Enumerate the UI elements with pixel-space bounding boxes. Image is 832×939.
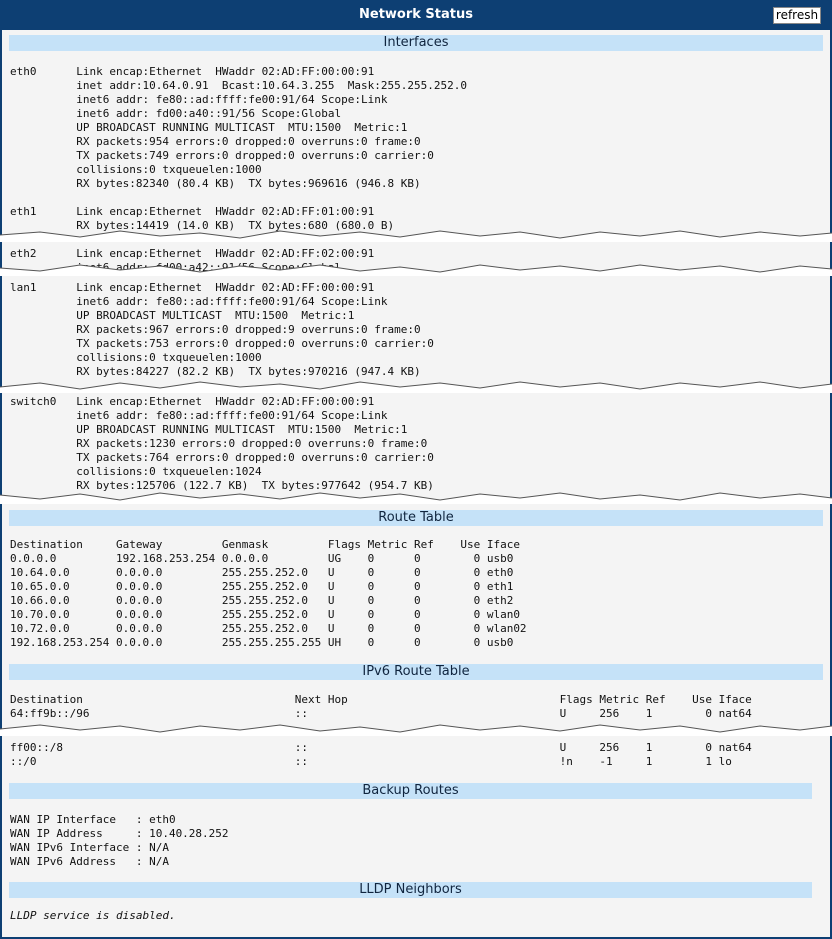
- table-row: 10.70.0.0 0.0.0.0 255.255.252.0 U 0 0 0 …: [10, 608, 520, 621]
- text-line: RX packets:967 errors:0 dropped:9 overru…: [10, 323, 421, 336]
- ipv6-route-table-top: Destination Next Hop Flags Metric Ref Us…: [10, 693, 752, 721]
- text-line: RX packets:954 errors:0 dropped:0 overru…: [10, 135, 421, 148]
- text-line: lan1 Link encap:Ethernet HWaddr 02:AD:FF…: [10, 281, 375, 294]
- lldp-status-message: LLDP service is disabled.: [10, 909, 176, 922]
- interface-eth2-block: eth2 Link encap:Ethernet HWaddr 02:AD:FF…: [10, 247, 374, 275]
- table-row: 10.64.0.0 0.0.0.0 255.255.252.0 U 0 0 0 …: [10, 566, 514, 579]
- interface-switch0-block: switch0 Link encap:Ethernet HWaddr 02:AD…: [10, 395, 434, 493]
- table-row: 10.66.0.0 0.0.0.0 255.255.252.0 U 0 0 0 …: [10, 594, 514, 607]
- text-line: RX packets:1230 errors:0 dropped:0 overr…: [10, 437, 428, 450]
- text-line: switch0 Link encap:Ethernet HWaddr 02:AD…: [10, 395, 375, 408]
- table-row: ff00::/8 :: U 256 1 0 nat64: [10, 741, 752, 754]
- table-row: 10.65.0.0 0.0.0.0 255.255.252.0 U 0 0 0 …: [10, 580, 514, 593]
- title-bar: Network Status refresh: [2, 2, 830, 30]
- text-line: TX packets:764 errors:0 dropped:0 overru…: [10, 451, 434, 464]
- refresh-button[interactable]: refresh: [773, 7, 821, 24]
- section-header-backup-routes: Backup Routes: [9, 783, 812, 799]
- text-line: collisions:0 txqueuelen:1000: [10, 351, 262, 364]
- section-header-route-table: Route Table: [9, 510, 823, 526]
- text-line: TX packets:749 errors:0 dropped:0 overru…: [10, 149, 434, 162]
- text-line: inet6 addr: fe80::ad:ffff:fe00:91/64 Sco…: [10, 295, 388, 308]
- table-row: 10.72.0.0 0.0.0.0 255.255.252.0 U 0 0 0 …: [10, 622, 527, 635]
- interface-eth0-block: eth0 Link encap:Ethernet HWaddr 02:AD:FF…: [10, 65, 467, 191]
- text-line: UP BROADCAST MULTICAST MTU:1500 Metric:1: [10, 309, 355, 322]
- backup-routes-block: WAN IP Interface : eth0 WAN IP Address : …: [10, 813, 229, 869]
- text-line: UP BROADCAST RUNNING MULTICAST MTU:1500 …: [10, 121, 408, 134]
- table-row: 64:ff9b::/96 :: U 256 1 0 nat64: [10, 707, 752, 720]
- table-row: ::/0 :: !n -1 1 1 lo: [10, 755, 732, 768]
- table-row: 0.0.0.0 192.168.253.254 0.0.0.0 UG 0 0 0…: [10, 552, 514, 565]
- text-line: WAN IPv6 Interface : N/A: [10, 841, 169, 854]
- text-line: WAN IP Interface : eth0: [10, 813, 176, 826]
- window-title: Network Status: [359, 7, 473, 22]
- text-line: UP BROADCAST RUNNING MULTICAST MTU:1500 …: [10, 423, 408, 436]
- text-line: collisions:0 txqueuelen:1000: [10, 163, 262, 176]
- table-row: 192.168.253.254 0.0.0.0 255.255.255.255 …: [10, 636, 514, 649]
- text-line: RX bytes:82340 (80.4 KB) TX bytes:969616…: [10, 177, 421, 190]
- text-line: eth2 Link encap:Ethernet HWaddr 02:AD:FF…: [10, 247, 375, 260]
- section-header-interfaces: Interfaces: [9, 35, 823, 51]
- route-table: Destination Gateway Genmask Flags Metric…: [10, 538, 527, 650]
- interface-eth1-block: eth1 Link encap:Ethernet HWaddr 02:AD:FF…: [10, 205, 394, 233]
- text-line: RX bytes:84227 (82.2 KB) TX bytes:970216…: [10, 365, 421, 378]
- interface-lan1-block: lan1 Link encap:Ethernet HWaddr 02:AD:FF…: [10, 281, 434, 379]
- text-line: WAN IPv6 Address : N/A: [10, 855, 169, 868]
- text-line: WAN IP Address : 10.40.28.252: [10, 827, 229, 840]
- text-line: collisions:0 txqueuelen:1024: [10, 465, 262, 478]
- table-header: Destination Gateway Genmask Flags Metric…: [10, 538, 520, 551]
- section-header-lldp-neighbors: LLDP Neighbors: [9, 882, 812, 898]
- text-line: inet6 addr: fe80::ad:ffff:fe00:91/64 Sco…: [10, 409, 388, 422]
- text-line: TX packets:753 errors:0 dropped:0 overru…: [10, 337, 434, 350]
- ipv6-route-table-bottom: ff00::/8 :: U 256 1 0 nat64::/0 :: !n -…: [10, 741, 752, 769]
- text-line: inet6 addr: fd00:a40::91/56 Scope:Global: [10, 107, 342, 120]
- text-line: RX bytes:14419 (14.0 KB) TX bytes:680 (6…: [10, 219, 395, 232]
- text-line: inet6 addr: fe80::ad:ffff:fe00:91/64 Sco…: [10, 93, 388, 106]
- text-line: eth0 Link encap:Ethernet HWaddr 02:AD:FF…: [10, 65, 375, 78]
- text-line: inet addr:10.64.0.91 Bcast:10.64.3.255 M…: [10, 79, 467, 92]
- table-header: Destination Next Hop Flags Metric Ref Us…: [10, 693, 752, 706]
- text-line: inet6 addr: fd00:a42::91/56 Scope:Global: [10, 261, 342, 274]
- section-header-ipv6-route-table: IPv6 Route Table: [9, 664, 823, 680]
- text-line: RX bytes:125706 (122.7 KB) TX bytes:9776…: [10, 479, 434, 492]
- text-line: eth1 Link encap:Ethernet HWaddr 02:AD:FF…: [10, 205, 375, 218]
